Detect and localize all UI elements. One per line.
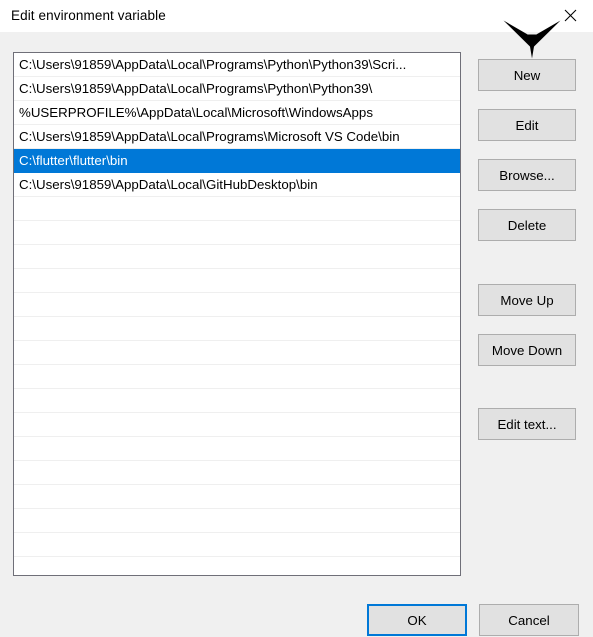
delete-button[interactable]: Delete — [478, 209, 576, 241]
list-item-empty[interactable] — [14, 317, 460, 341]
list-item-empty[interactable] — [14, 197, 460, 221]
window-title: Edit environment variable — [11, 8, 166, 23]
browse-button[interactable]: Browse... — [478, 159, 576, 191]
title-bar: Edit environment variable — [0, 0, 593, 32]
list-item-empty[interactable] — [14, 437, 460, 461]
list-item-empty[interactable] — [14, 293, 460, 317]
list-item-empty[interactable] — [14, 389, 460, 413]
new-button[interactable]: New — [478, 59, 576, 91]
close-icon[interactable] — [547, 0, 593, 30]
list-item-empty[interactable] — [14, 509, 460, 533]
list-item-empty[interactable] — [14, 413, 460, 437]
dialog-body: C:\Users\91859\AppData\Local\Programs\Py… — [0, 32, 593, 637]
move-down-button[interactable]: Move Down — [478, 334, 576, 366]
path-listbox[interactable]: C:\Users\91859\AppData\Local\Programs\Py… — [13, 52, 461, 576]
list-item-empty[interactable] — [14, 221, 460, 245]
list-item[interactable]: %USERPROFILE%\AppData\Local\Microsoft\Wi… — [14, 101, 460, 125]
list-item-empty[interactable] — [14, 461, 460, 485]
list-item-empty[interactable] — [14, 557, 460, 575]
list-item-empty[interactable] — [14, 485, 460, 509]
list-item-empty[interactable] — [14, 365, 460, 389]
edit-button[interactable]: Edit — [478, 109, 576, 141]
list-item[interactable]: C:\Users\91859\AppData\Local\Programs\Mi… — [14, 125, 460, 149]
move-up-button[interactable]: Move Up — [478, 284, 576, 316]
cancel-button[interactable]: Cancel — [479, 604, 579, 636]
list-item-empty[interactable] — [14, 341, 460, 365]
list-item[interactable]: C:\Users\91859\AppData\Local\Programs\Py… — [14, 77, 460, 101]
list-item-empty[interactable] — [14, 245, 460, 269]
list-item-empty[interactable] — [14, 533, 460, 557]
list-item-empty[interactable] — [14, 269, 460, 293]
list-item[interactable]: C:\flutter\flutter\bin — [14, 149, 460, 173]
list-item[interactable]: C:\Users\91859\AppData\Local\Programs\Py… — [14, 53, 460, 77]
edit-text-button[interactable]: Edit text... — [478, 408, 576, 440]
ok-button[interactable]: OK — [367, 604, 467, 636]
list-item[interactable]: C:\Users\91859\AppData\Local\GitHubDeskt… — [14, 173, 460, 197]
